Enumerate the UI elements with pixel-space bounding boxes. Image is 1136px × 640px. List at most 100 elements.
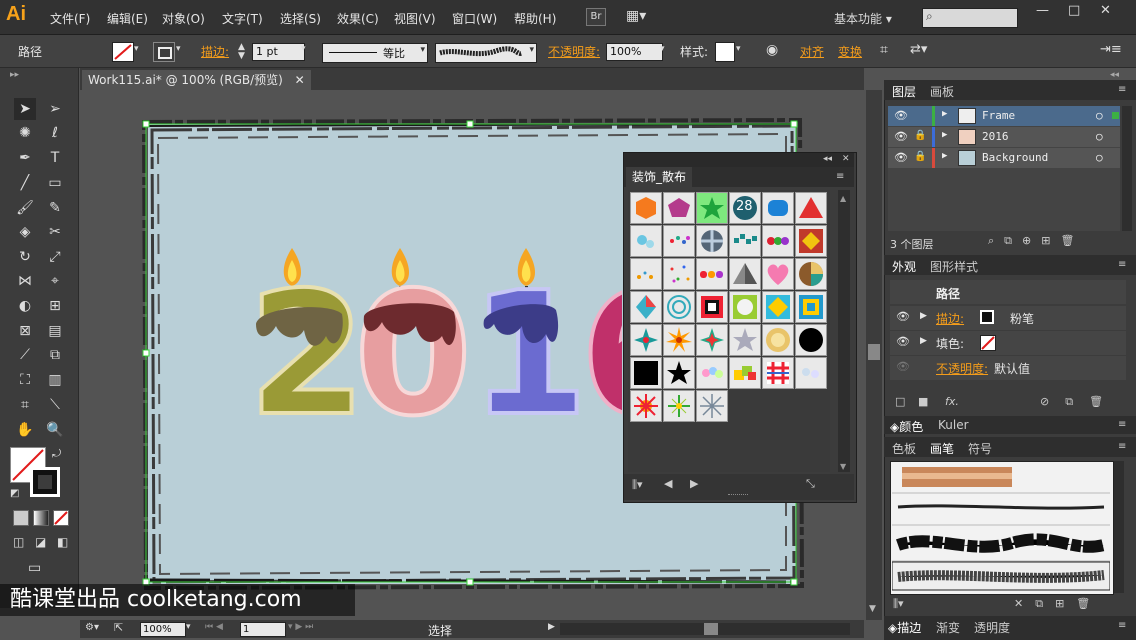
symbol-pixel-pattern-icon[interactable] bbox=[729, 225, 761, 257]
symbol-teal-burst-icon[interactable] bbox=[630, 324, 662, 356]
stroke-weight-field[interactable]: 1 pt bbox=[252, 43, 305, 61]
symbol-crystal-icon[interactable] bbox=[630, 291, 662, 323]
symbol-green-star-burst-icon[interactable] bbox=[696, 324, 728, 356]
appearance-stroke-value[interactable]: 粉笔 bbox=[1010, 310, 1034, 327]
artboard-tool-icon[interactable]: ⌗ bbox=[14, 394, 36, 416]
perspective-grid-tool-icon[interactable]: ⊞ bbox=[44, 295, 66, 317]
tab-color[interactable]: ◈颜色 bbox=[890, 418, 923, 435]
slice-tool-icon[interactable]: ⟍ bbox=[44, 394, 66, 416]
target-circle-icon[interactable]: ○ bbox=[1096, 130, 1103, 143]
layers-footer-icons[interactable]: ⌕⧉⊕⊞🗑 bbox=[988, 234, 1084, 248]
tab-stroke[interactable]: ◈描边 bbox=[888, 619, 921, 636]
symbol-libraries-menu-icon[interactable]: ⫼▾ bbox=[632, 478, 643, 492]
status-menu-icon[interactable]: ▶ bbox=[548, 622, 555, 632]
tab-kuler[interactable]: Kuler bbox=[938, 418, 969, 432]
symbol-scroll-up-icon[interactable]: ▲ bbox=[840, 194, 846, 203]
selection-tool-icon[interactable]: ➤ bbox=[14, 98, 36, 120]
opacity-dropdown-icon[interactable]: ▾ bbox=[660, 44, 665, 54]
variable-width-profile[interactable]: 等比 ▾ bbox=[322, 43, 428, 63]
align-link[interactable]: 对齐 bbox=[800, 43, 824, 60]
none-mode-icon[interactable] bbox=[53, 510, 69, 526]
tab-appearance[interactable]: 外观 bbox=[892, 258, 916, 275]
symbol-square-frame-icon[interactable] bbox=[696, 291, 728, 323]
tab-gradient[interactable]: 渐变 bbox=[936, 619, 960, 636]
panel-grip-icon[interactable] bbox=[728, 494, 748, 498]
symbol-grid-scrollbar[interactable] bbox=[838, 190, 850, 472]
transform-link[interactable]: 变换 bbox=[838, 43, 862, 60]
symbol-diamond-tile-icon[interactable] bbox=[795, 225, 827, 257]
symbol-red-sunburst-icon[interactable] bbox=[630, 390, 662, 422]
expand-fill-icon[interactable]: ▶ bbox=[920, 336, 927, 346]
stroke-swatch[interactable] bbox=[153, 42, 175, 62]
symbol-snowflake-icon[interactable] bbox=[696, 390, 728, 422]
next-artboard-icon[interactable]: ▾ ▶ ⏭ bbox=[288, 622, 313, 632]
menu-window[interactable]: 窗口(W) bbox=[452, 10, 497, 27]
arrange-documents-icon[interactable]: ▦▾ bbox=[626, 8, 652, 24]
visibility-eye-icon[interactable]: 👁 bbox=[894, 109, 908, 122]
tab-symbols[interactable]: 符号 bbox=[968, 440, 992, 457]
target-circle-icon[interactable]: ○ bbox=[1096, 109, 1103, 122]
brush-footer-icons[interactable]: ✕⧉⊞🗑 bbox=[1014, 597, 1102, 611]
draw-behind-icon[interactable]: ◪ bbox=[35, 535, 46, 549]
tab-swatches[interactable]: 色板 bbox=[892, 440, 916, 457]
tab-layers[interactable]: 图层 bbox=[892, 83, 916, 100]
type-tool-icon[interactable]: T bbox=[44, 147, 66, 169]
stroke-label[interactable]: 描边: bbox=[201, 43, 229, 60]
visibility-eye-icon[interactable]: 👁 bbox=[894, 151, 908, 164]
menu-effect[interactable]: 效果(C) bbox=[337, 10, 379, 27]
gradient-mode-icon[interactable] bbox=[33, 510, 49, 526]
visibility-eye-icon[interactable]: 👁 bbox=[896, 335, 910, 348]
shape-builder-tool-icon[interactable]: ◐ bbox=[14, 295, 36, 317]
layer-name[interactable]: Frame bbox=[982, 109, 1015, 122]
stroke-panel-menu-icon[interactable]: ≡ bbox=[1118, 620, 1126, 631]
opacity-label[interactable]: 不透明度: bbox=[548, 43, 600, 60]
symbol-pastel-bubbles-icon[interactable] bbox=[696, 357, 728, 389]
color-panel-menu-icon[interactable]: ≡ bbox=[1118, 419, 1126, 430]
isolate-icon[interactable]: ⌗ bbox=[880, 42, 888, 58]
symbol-colored-balls-icon[interactable] bbox=[762, 225, 794, 257]
close-document-icon[interactable]: ✕ bbox=[295, 73, 305, 87]
eyedropper-tool-icon[interactable]: ⟋ bbox=[14, 344, 36, 366]
minimize-button[interactable]: — bbox=[1036, 3, 1049, 18]
blob-brush-tool-icon[interactable]: ◈ bbox=[14, 221, 36, 243]
symbol-blue-cylinder-icon[interactable] bbox=[762, 192, 794, 224]
selection-indicator-icon[interactable] bbox=[1112, 112, 1119, 119]
symbol-sprayer-tool-icon[interactable]: ⛶ bbox=[14, 369, 36, 391]
appearance-panel-menu-icon[interactable]: ≡ bbox=[1118, 259, 1126, 270]
target-circle-icon[interactable]: ○ bbox=[1096, 151, 1103, 164]
mesh-tool-icon[interactable]: ⊠ bbox=[14, 320, 36, 342]
symbol-black-circle-icon[interactable] bbox=[795, 324, 827, 356]
stroke-color-swatch[interactable] bbox=[980, 310, 994, 324]
symbol-red-pyramid-icon[interactable] bbox=[795, 192, 827, 224]
panel-collapse-icon[interactable]: ◂◂ bbox=[823, 154, 832, 164]
menu-object[interactable]: 对象(O) bbox=[162, 10, 205, 27]
default-colors-icon[interactable]: ◩ bbox=[10, 488, 19, 499]
expand-stroke-icon[interactable]: ▶ bbox=[920, 311, 927, 321]
symbol-yellow-diamond-tile-icon[interactable] bbox=[762, 291, 794, 323]
panel-titlebar[interactable] bbox=[624, 153, 854, 167]
artboard-number-field[interactable]: 1 bbox=[240, 622, 286, 637]
screen-mode-icon[interactable]: ▭ bbox=[28, 560, 41, 576]
symbol-green-sparkle-icon[interactable] bbox=[663, 390, 695, 422]
control-bar-menu-icon[interactable]: ⇥≡ bbox=[1100, 42, 1122, 57]
expand-layer-icon[interactable]: ▶ bbox=[942, 151, 947, 161]
symbol-cross-circle-icon[interactable] bbox=[696, 225, 728, 257]
add-effect-button[interactable]: fx. bbox=[945, 395, 959, 408]
layers-panel-menu-icon[interactable]: ≡ bbox=[1118, 84, 1126, 95]
tab-artboards[interactable]: 画板 bbox=[930, 83, 954, 100]
opacity-field[interactable]: 100% bbox=[606, 43, 663, 61]
paintbrush-tool-icon[interactable]: 🖌 bbox=[14, 197, 36, 219]
symbol-black-star-icon[interactable] bbox=[663, 357, 695, 389]
symbol-target-rings-icon[interactable] bbox=[663, 291, 695, 323]
workspace-switcher[interactable]: 基本功能 ▾ bbox=[834, 10, 892, 27]
panel-resize-icon[interactable]: ⤡ bbox=[806, 477, 815, 491]
vertical-scroll-thumb[interactable] bbox=[868, 344, 880, 360]
lasso-tool-icon[interactable]: ℓ bbox=[44, 122, 66, 144]
stroke-dropdown-icon[interactable]: ▾ bbox=[176, 44, 181, 54]
search-input[interactable]: ⌕ bbox=[922, 8, 1018, 28]
stroke-weight-dropdown-icon[interactable]: ▾ bbox=[301, 44, 306, 54]
appearance-opacity-row[interactable]: 👁 不透明度: 默认值 bbox=[890, 356, 1126, 380]
symbol-gray-pyramid-icon[interactable] bbox=[729, 258, 761, 290]
appearance-stroke-label[interactable]: 描边: bbox=[936, 310, 964, 327]
symbol-black-square-icon[interactable] bbox=[630, 357, 662, 389]
